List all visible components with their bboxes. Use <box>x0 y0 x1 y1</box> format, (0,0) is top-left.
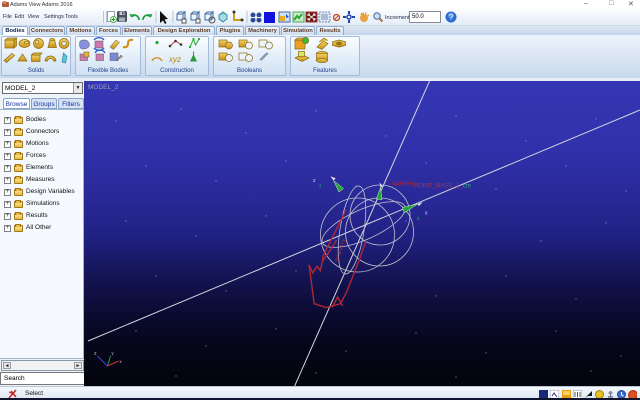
svg-text:MODEL_2: MODEL_2 <box>88 84 119 91</box>
svg-text:?: ? <box>449 13 454 22</box>
svg-text:POINT_MASS_1_cm: POINT_MASS_1_cm <box>414 184 471 190</box>
svg-text:MARKER: MARKER <box>392 182 414 188</box>
svg-text:xyz: xyz <box>168 55 181 64</box>
svg-text:Z: Z <box>94 351 97 356</box>
